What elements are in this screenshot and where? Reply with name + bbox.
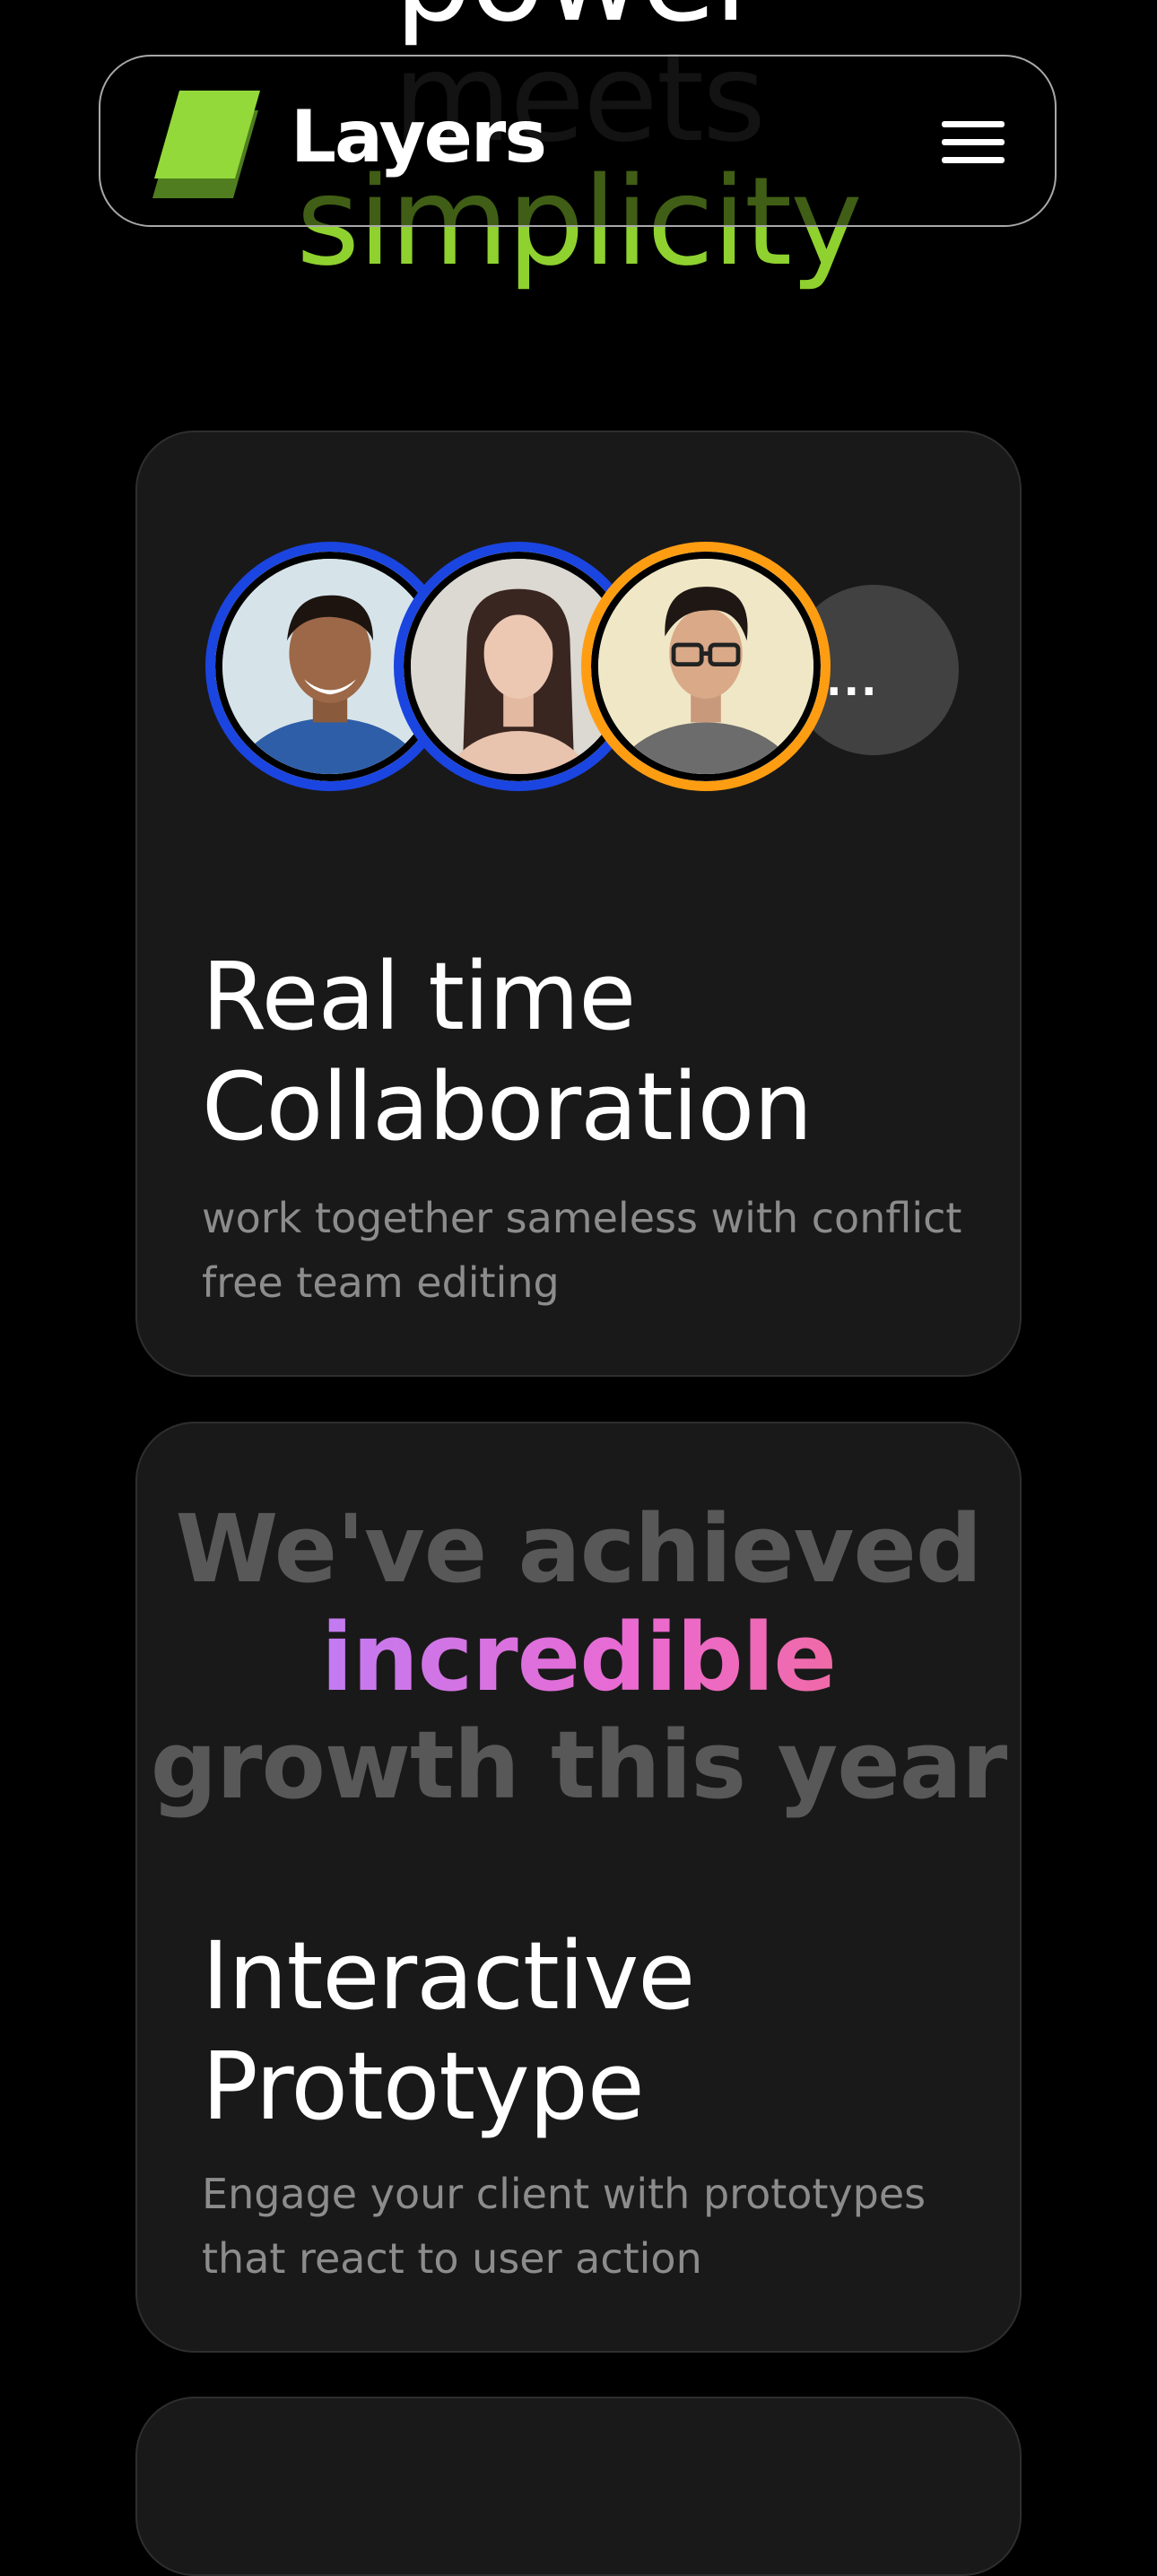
- navbar: Layers: [99, 55, 1057, 227]
- card-title: Real time Collaboration: [202, 942, 813, 1162]
- ellipsis-icon: ...: [826, 657, 879, 705]
- collaboration-card: ... Real time Collaboration work togethe…: [135, 431, 1022, 1377]
- growth-line: growth this year: [150, 1710, 1008, 1821]
- card-title-line: Collaboration: [202, 1051, 813, 1162]
- card-title-line: Prototype: [202, 2031, 645, 2141]
- brand-name[interactable]: Layers: [291, 101, 547, 173]
- card-title: Interactive Prototype: [202, 1921, 695, 2141]
- card-description: work together sameless with conflict fre…: [202, 1194, 962, 1308]
- card-description: Engage your client with prototypes that …: [202, 2170, 926, 2284]
- card-title-line: Interactive: [202, 1921, 695, 2031]
- card-title-line: Real time: [202, 942, 636, 1051]
- feature-card: [135, 2397, 1022, 2576]
- layers-logo-icon[interactable]: [144, 83, 269, 205]
- hamburger-menu-icon[interactable]: [942, 119, 1008, 166]
- growth-statement: We've achieved incredible growth this ye…: [137, 1495, 1020, 1820]
- growth-highlight: incredible: [321, 1602, 837, 1712]
- avatar-3: [581, 542, 831, 791]
- growth-line: We've achieved: [175, 1494, 983, 1604]
- prototype-card: We've achieved incredible growth this ye…: [135, 1422, 1022, 2353]
